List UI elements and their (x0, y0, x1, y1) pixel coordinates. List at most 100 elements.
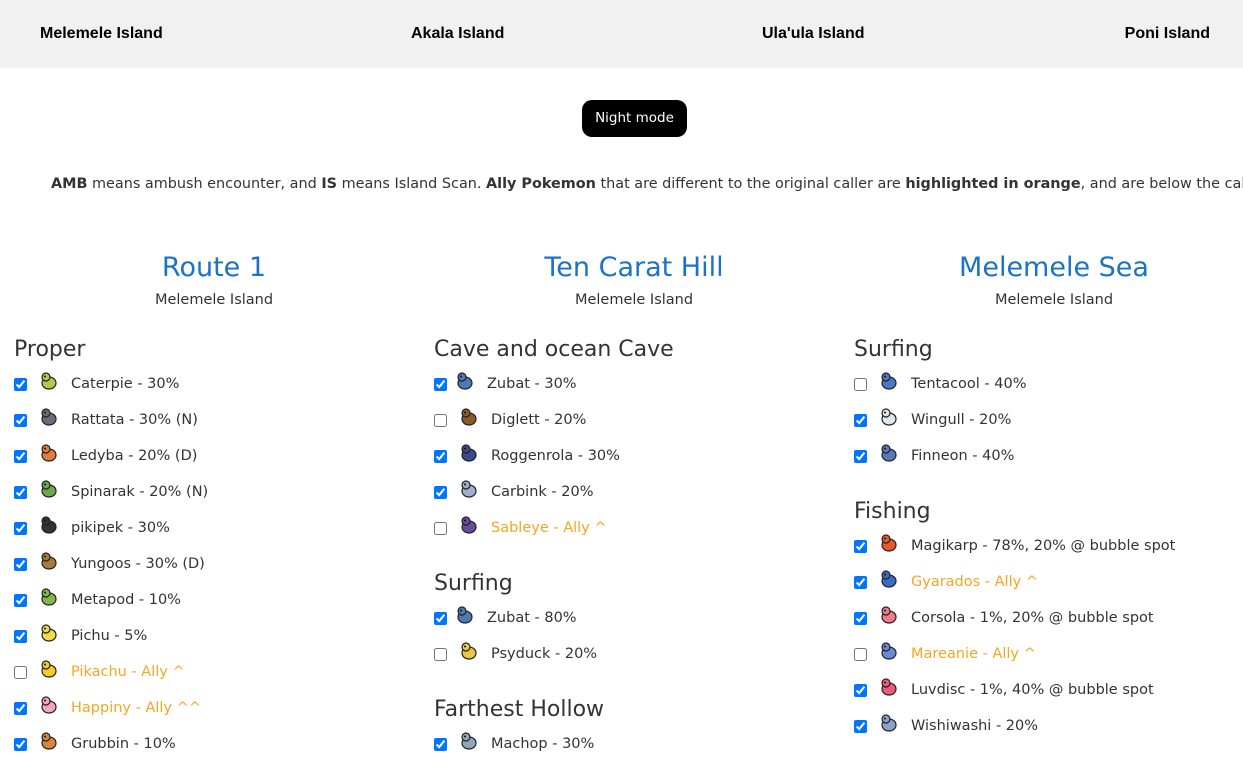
pokemon-label: Ledyba - 20% (D) (71, 448, 198, 464)
pokemon-label: Diglett - 20% (491, 412, 587, 428)
caught-checkbox[interactable] (434, 612, 447, 625)
caught-checkbox[interactable] (854, 414, 867, 427)
encounter-row: Spinarak - 20% (N) (14, 480, 420, 517)
ally-pokemon-label: Gyarados - Ally ^ (911, 574, 1038, 590)
location-route-1: Route 1 Melemele Island Proper Caterpie - 3… (0, 250, 420, 765)
nav-link-melemele[interactable]: Melemele Island (40, 25, 163, 43)
info-text: that are different to the original calle… (595, 176, 906, 192)
encounter-row: Carbink - 20% (434, 480, 840, 517)
machop-icon (461, 732, 477, 750)
caught-checkbox[interactable] (14, 450, 27, 463)
caught-checkbox[interactable] (14, 558, 27, 571)
encounter-row: Finneon - 40% (854, 444, 1243, 481)
section-title: Cave and ocean Cave (434, 337, 674, 362)
pokemon-label: Tentacool - 40% (911, 376, 1027, 392)
legend-info: AMB means ambush encounter, and IS means… (51, 175, 1243, 193)
ally-term: Ally Pokemon (486, 176, 596, 192)
pokemon-label: Finneon - 40% (911, 448, 1015, 464)
encounter-list: Machop - 30% (434, 732, 840, 765)
encounter-row: Pikachu - Ally ^ (14, 660, 420, 697)
caught-checkbox[interactable] (854, 684, 867, 697)
encounter-section: Proper Caterpie - 30% Rattata - 30% (N) Led… (14, 336, 420, 765)
encounter-row: Mareanie - Ally ^ (854, 642, 1243, 679)
is-term: IS (321, 176, 338, 192)
location-ten-carat-hill: Ten Carat Hill Melemele Island Cave and oc… (420, 250, 840, 765)
caught-checkbox[interactable] (14, 738, 27, 751)
pokemon-label: Magikarp - 78%, 20% @ bubble spot (911, 538, 1176, 554)
encounter-row: Diglett - 20% (434, 408, 840, 445)
luvdisc-icon (881, 678, 897, 696)
pokemon-label: Metapod - 10% (71, 592, 181, 608)
wishiwashi-icon (881, 714, 897, 732)
encounter-row: Magikarp - 78%, 20% @ bubble spot (854, 534, 1243, 571)
encounter-row: Zubat - 80% (434, 606, 840, 643)
caught-checkbox[interactable] (854, 450, 867, 463)
caught-checkbox[interactable] (14, 630, 27, 643)
caught-checkbox[interactable] (14, 486, 27, 499)
caught-checkbox[interactable] (854, 720, 867, 733)
encounter-row: Caterpie - 30% (14, 372, 420, 409)
location-island: Melemele Island (994, 292, 1114, 308)
section-title: Fishing (854, 499, 931, 524)
pokemon-label: Zubat - 30% (487, 376, 577, 392)
caught-checkbox[interactable] (854, 378, 867, 391)
caught-checkbox[interactable] (14, 378, 27, 391)
nav-link-ulaula[interactable]: Ula'ula Island (762, 25, 865, 43)
encounter-section: Cave and ocean Cave Zubat - 30% Diglett - … (434, 336, 840, 553)
location-title: Melemele Sea (959, 252, 1149, 283)
caught-checkbox[interactable] (14, 666, 27, 679)
night-mode-button[interactable]: Night mode (582, 100, 687, 137)
spinarak-icon (41, 480, 57, 498)
encounter-list: Tentacool - 40% Wingull - 20% Finneon - 40… (854, 372, 1243, 481)
pokemon-label: Carbink - 20% (491, 484, 594, 500)
encounter-row: Rattata - 30% (N) (14, 408, 420, 445)
location-island: Melemele Island (154, 292, 274, 308)
caught-checkbox[interactable] (434, 378, 447, 391)
encounter-row: Machop - 30% (434, 732, 840, 765)
pokemon-label: Corsola - 1%, 20% @ bubble spot (911, 610, 1154, 626)
encounter-row: Luvdisc - 1%, 40% @ bubble spot (854, 678, 1243, 715)
caught-checkbox[interactable] (434, 522, 447, 535)
caught-checkbox[interactable] (854, 540, 867, 553)
ally-pokemon-label: Happiny - Ally ^^ (71, 700, 201, 716)
section-title: Surfing (434, 571, 513, 596)
encounter-row: Sableye - Ally ^ (434, 516, 840, 553)
pokemon-label: Wingull - 20% (911, 412, 1012, 428)
caught-checkbox[interactable] (854, 576, 867, 589)
pikipek-icon (41, 516, 57, 534)
yungoos-icon (41, 552, 57, 570)
caught-checkbox[interactable] (434, 738, 447, 751)
zubat-icon (457, 372, 473, 390)
nav-link-akala[interactable]: Akala Island (411, 25, 504, 43)
caught-checkbox[interactable] (854, 612, 867, 625)
encounter-row: Yungoos - 30% (D) (14, 552, 420, 589)
happiny-icon (41, 696, 57, 714)
encounter-row: Gyarados - Ally ^ (854, 570, 1243, 607)
encounter-section: Surfing Tentacool - 40% Wingull - 20% Finne… (854, 336, 1243, 481)
caught-checkbox[interactable] (14, 522, 27, 535)
caught-checkbox[interactable] (14, 594, 27, 607)
info-text: , and are below the caller. (1080, 176, 1243, 192)
caught-checkbox[interactable] (434, 450, 447, 463)
zubat-icon (457, 606, 473, 624)
caught-checkbox[interactable] (854, 648, 867, 661)
wingull-icon (881, 408, 897, 426)
nav-link-poni[interactable]: Poni Island (1125, 25, 1210, 43)
metapod-icon (41, 588, 57, 606)
caught-checkbox[interactable] (14, 702, 27, 715)
pokemon-label: Yungoos - 30% (D) (71, 556, 205, 572)
tentacool-icon (881, 372, 897, 390)
caught-checkbox[interactable] (434, 486, 447, 499)
location-title: Route 1 (161, 252, 267, 283)
encounter-section: Farthest Hollow Machop - 30% (434, 696, 840, 765)
encounter-row: Wingull - 20% (854, 408, 1243, 445)
finneon-icon (881, 444, 897, 462)
pokemon-label: Pichu - 5% (71, 628, 148, 644)
section-title: Farthest Hollow (434, 697, 605, 722)
caught-checkbox[interactable] (434, 414, 447, 427)
caught-checkbox[interactable] (434, 648, 447, 661)
pokemon-label: Luvdisc - 1%, 40% @ bubble spot (911, 682, 1154, 698)
caught-checkbox[interactable] (14, 414, 27, 427)
pokemon-label: Wishiwashi - 20% (911, 718, 1039, 734)
ledyba-icon (41, 444, 57, 462)
